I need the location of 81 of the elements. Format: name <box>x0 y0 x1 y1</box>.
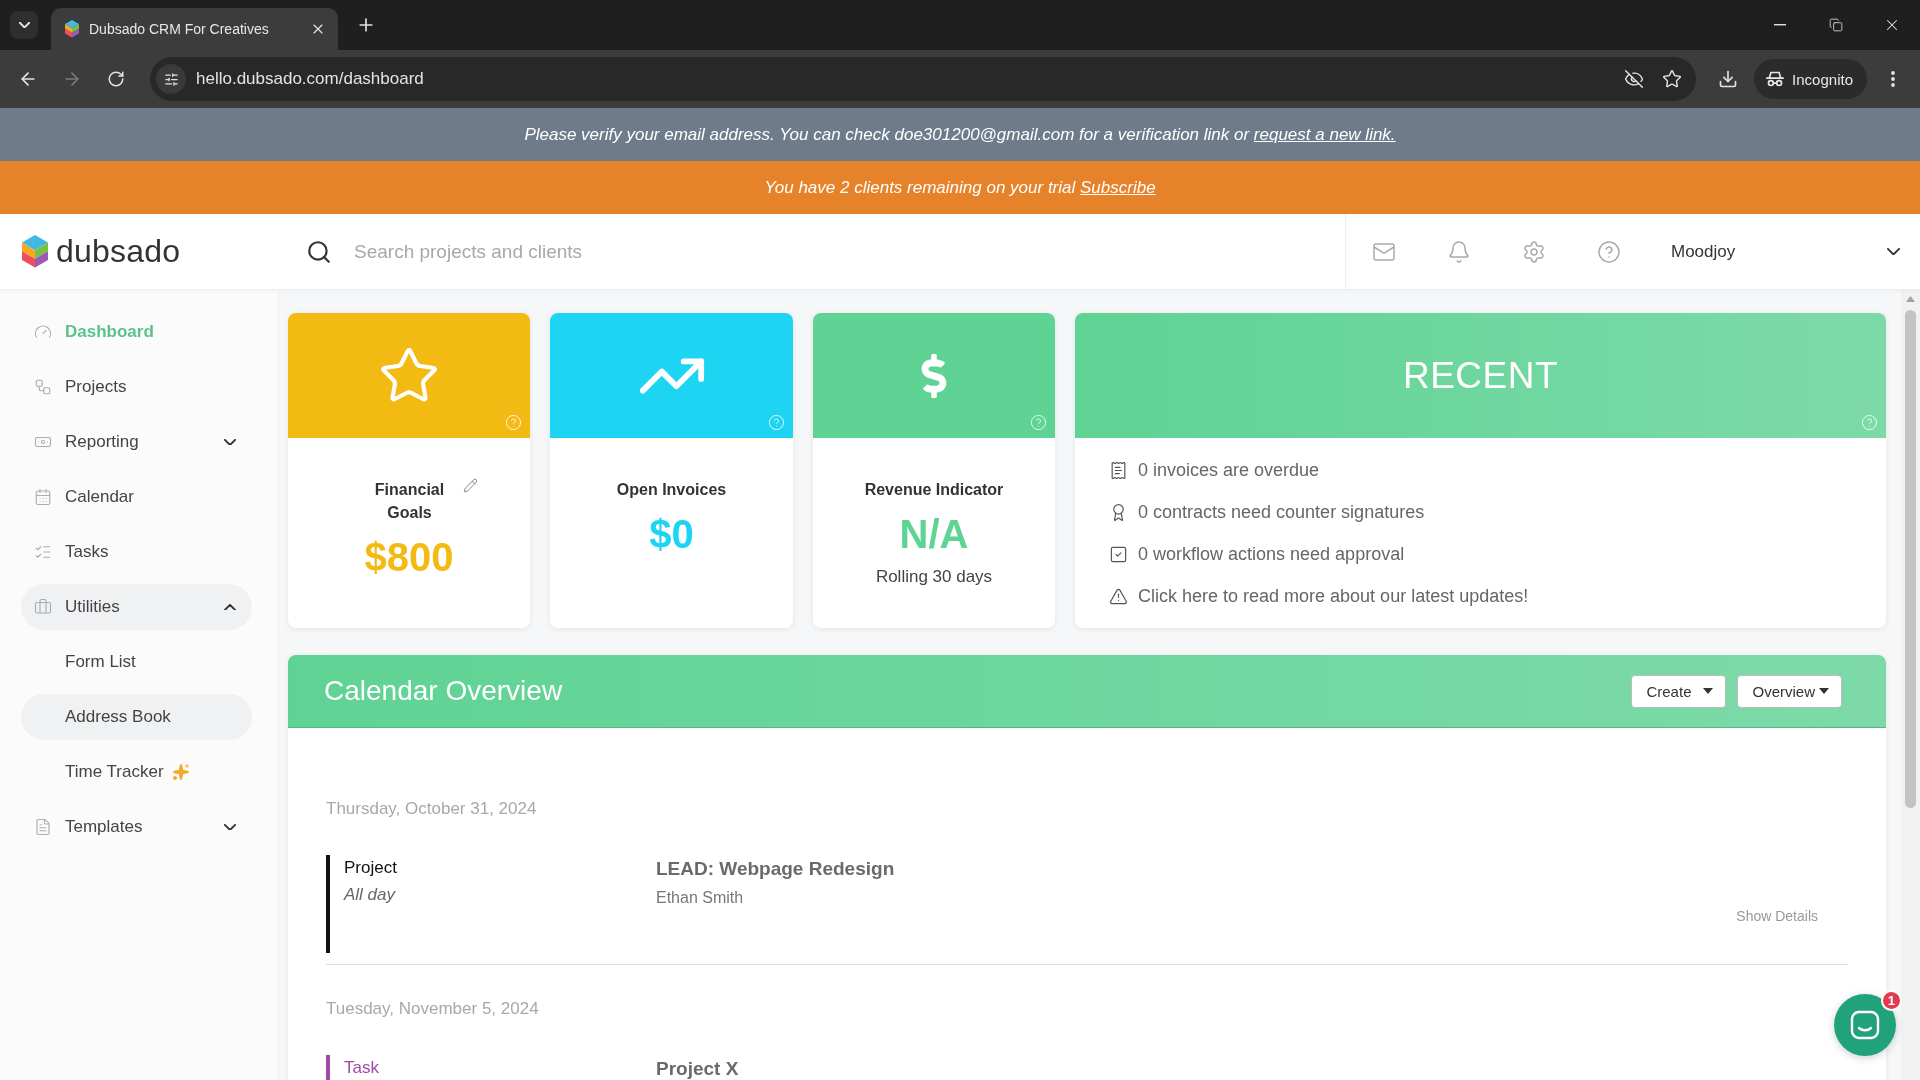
card-value: N/A <box>899 511 969 557</box>
trial-message: You have 2 clients remaining on your trial Subscribe <box>764 177 1156 198</box>
sidebar-item[interactable]: Reporting <box>21 419 252 465</box>
minimize-icon <box>1774 24 1786 26</box>
verify-message: Please verify your email address. You can check doe301200@gmail.com for a verification link or request a new link. <box>524 124 1396 145</box>
sidebar-item[interactable]: Utilities <box>21 584 252 630</box>
caret-down-icon <box>1703 688 1714 694</box>
sliders-icon <box>163 71 179 87</box>
chevron-down-icon <box>18 21 30 29</box>
gauge-icon <box>34 323 52 341</box>
chat-icon <box>1850 1010 1880 1040</box>
search-icon <box>306 238 332 265</box>
briefcase-icon <box>34 598 52 616</box>
reload-icon <box>107 70 125 88</box>
calendar-icon <box>34 488 52 506</box>
card-value: $0 <box>649 511 694 557</box>
event-time: All day <box>344 885 396 905</box>
sidebar-subitem[interactable]: Form List <box>21 639 252 685</box>
warning-icon <box>1109 586 1128 606</box>
card-note: Rolling 30 days <box>875 567 993 587</box>
scrollbar-thumb[interactable] <box>1905 310 1916 808</box>
incognito-icon <box>1766 71 1785 87</box>
recent-title: RECENT <box>1402 354 1559 397</box>
url-text: hello.dubsado.com/dashboard <box>196 69 425 89</box>
checked-box-icon <box>1109 544 1128 564</box>
chevron-down-icon <box>224 823 236 831</box>
download-icon <box>1718 69 1739 89</box>
request-link[interactable]: request a new link. <box>1253 124 1396 144</box>
date-heading: Tuesday, November 5, 2024 <box>326 998 539 1020</box>
logo-text: dubsado <box>56 233 181 270</box>
sidebar-item[interactable]: Calendar <box>21 474 252 520</box>
search-field[interactable]: Search projects and clients <box>354 231 1345 272</box>
sidebar-item[interactable]: Templates <box>21 804 252 850</box>
dropdown-button[interactable]: Overview <box>1737 674 1842 708</box>
card-title: Open Invoices <box>616 480 727 500</box>
help-icon[interactable] <box>1597 239 1621 264</box>
sidebar-item[interactable]: Tasks <box>21 529 252 575</box>
event-client: Ethan Smith <box>656 889 744 907</box>
caret-down-icon <box>1819 688 1829 694</box>
calendar-title: Calendar Overview <box>324 675 563 707</box>
tab-search-button[interactable] <box>10 11 38 39</box>
pencil-icon[interactable] <box>462 478 478 493</box>
event-type: Task <box>344 1058 379 1078</box>
dropdown-button[interactable]: Create <box>1631 674 1727 708</box>
restore-icon <box>1829 18 1843 32</box>
cube-logo-icon <box>22 235 48 268</box>
bell-icon[interactable] <box>1447 239 1471 264</box>
chevron-up-icon <box>224 603 236 611</box>
card-value: $800 <box>364 534 454 580</box>
more-icon <box>1891 71 1895 87</box>
event-type: Project <box>344 858 397 878</box>
site-info-button[interactable] <box>156 64 186 94</box>
card-title: Revenue Indicator <box>864 480 1004 500</box>
document-icon <box>34 818 52 836</box>
chevron-down-icon <box>224 438 236 446</box>
recent-text: 0 workflow actions need approval <box>1138 543 1405 565</box>
scroll-up-icon[interactable] <box>1906 296 1915 302</box>
browser-tab[interactable]: Dubsado CRM For Creatives <box>51 8 338 50</box>
updates-link[interactable]: Click here to read more about our latest updates! <box>1138 585 1529 607</box>
checklist-icon <box>34 543 52 561</box>
event-title: LEAD: Webpage Redesign <box>656 858 895 880</box>
receipt-icon <box>1109 460 1128 480</box>
settings-icon[interactable] <box>1522 239 1546 264</box>
eye-off-icon[interactable] <box>1624 69 1645 89</box>
sparkle-icon <box>171 763 190 781</box>
user-menu[interactable]: Moodjoy <box>1659 231 1904 272</box>
bookmark-star-icon[interactable] <box>1662 69 1683 89</box>
event-title: Project X <box>656 1058 739 1080</box>
tab-favicon-icon <box>65 20 79 38</box>
chevron-down-icon <box>1887 247 1900 256</box>
incognito-chip[interactable]: Incognito <box>1754 59 1867 99</box>
sidebar-subitem[interactable]: Address Book <box>21 694 252 740</box>
scrollbar[interactable] <box>1901 290 1920 1080</box>
recent-text: 0 contracts need counter signatures <box>1138 501 1425 523</box>
recent-text: 0 invoices are overdue <box>1138 459 1320 481</box>
flowchart-icon <box>34 378 52 396</box>
sidebar-subitem[interactable]: Time Tracker <box>21 749 252 795</box>
address-bar[interactable]: hello.dubsado.com/dashboard <box>150 57 1697 101</box>
date-heading: Thursday, October 31, 2024 <box>326 798 537 820</box>
sidebar-item[interactable]: Projects <box>21 364 252 410</box>
card-title: Financial Goals <box>373 480 446 523</box>
